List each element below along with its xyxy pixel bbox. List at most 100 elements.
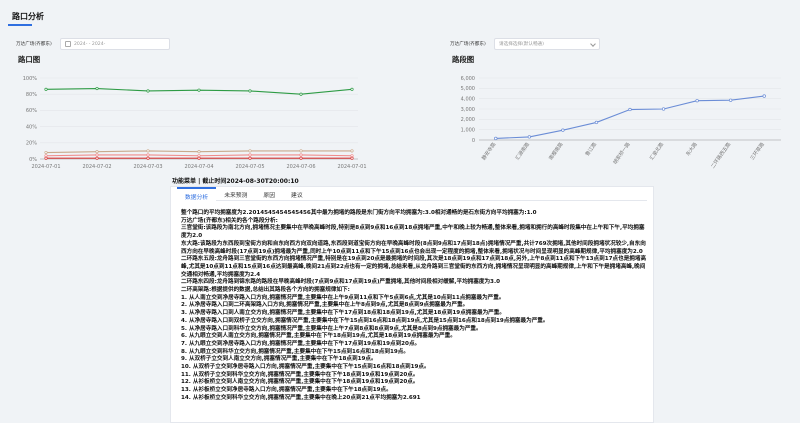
x-tick-label: 鲁江路 (584, 141, 598, 157)
x-tick-label: 2024-07-05 (235, 164, 264, 170)
calendar-icon (65, 41, 71, 47)
data-point (197, 88, 201, 92)
y-tick-label: 0 (472, 138, 475, 144)
data-point (762, 94, 766, 98)
x-tick-label: 三环草路 (749, 141, 766, 161)
analysis-line: 整个路口的平均拥塞度为2.2014545454545456其中最为拥堵的路段是东… (181, 210, 537, 216)
analysis-panel: 数据分析 未来预测 原因 建议 整个路口的平均拥塞度为2.20145454545454… (170, 186, 654, 423)
data-point (44, 87, 48, 91)
data-point (594, 120, 599, 125)
page-title: 路口分析 (12, 12, 44, 21)
tab-2[interactable]: 未来预测 (216, 187, 255, 201)
data-point (146, 149, 150, 153)
analysis-line: 二环路东四段:龙舟路到锦东路的路段在早晚高峰时段(7点到9点和17点到19点)严… (181, 279, 500, 286)
analysis-line: 13. 从衫板桥立交到净居寺路入口方向,拥塞情况严重,主要集中在下午18点到19… (181, 387, 392, 394)
tab-bar: 数据分析 未来预测 原因 建议 (177, 187, 647, 201)
intersection-line-chart: 0% 20% 40% 60% 80% 100% 2024-07-01 2024-07-02 20… (23, 76, 367, 170)
x-tick-label: 二环路西五路 (709, 141, 732, 170)
y-tick-label: 6,000 (461, 76, 475, 82)
analysis-line: 3. 从净居寺路入口到人南立交方向,拥塞情况严重,主要集中在下午17点到18点和… (181, 310, 505, 317)
analysis-line: 三官堂街:该路段为南北方向,拥堵情况主要集中在早晚高峰时段,特别是8点到9点和1… (181, 225, 645, 240)
data-point (44, 156, 48, 160)
tab-3[interactable]: 原因 (255, 187, 283, 201)
data-point (146, 153, 150, 157)
data-point (197, 150, 201, 154)
function-menu-header: 功能菜单 | 截止时间2024-08-30T20:00:10 (172, 178, 299, 185)
segment-select[interactable]: 请选择选择(默认畅通) (494, 38, 600, 50)
data-point (695, 99, 699, 103)
x-tick-label: 汇泉北路 (648, 141, 665, 161)
analysis-line: 9. 从双桥子立交到人南立交方向,拥塞情况严重,主要集中在下午18点到19点。 (181, 356, 377, 363)
series-line (495, 95, 765, 139)
y-tick-label: 60% (26, 108, 37, 114)
y-tick-label: 100% (23, 76, 38, 82)
y-tick-label: 5,000 (461, 86, 475, 92)
data-point (95, 156, 99, 160)
analysis-line: 东大路:该路段为东西段到宝街方向和自东向西方向双向道路,东西段到道宝街方向在早晚… (181, 240, 646, 255)
data-point (350, 156, 354, 160)
data-point (248, 156, 252, 160)
data-point (628, 107, 632, 112)
x-tick-label: 2024-07-04 (184, 164, 213, 170)
right-filter-label: 万达广场(齐都东) (450, 42, 486, 47)
data-point (248, 149, 252, 153)
x-tick-label: 2024-07-01 (337, 164, 366, 170)
data-point (350, 87, 354, 91)
analysis-line: 二环高架路:根据提供的数据,总结出其路段各个方向的拥塞规律如下: (181, 287, 350, 294)
y-tick-label: 1,000 (461, 127, 475, 133)
left-filter-label: 万达广场(齐都东) (16, 42, 52, 47)
data-point (248, 89, 252, 93)
analysis-line: 7. 从九眼立交到净居寺路入口方向,拥塞情况严重,主要集中在下午17点到19点和… (181, 340, 421, 347)
x-tick-label: 2024-07-02 (82, 164, 111, 170)
x-tick-label: 南樱南路 (547, 141, 564, 161)
y-tick-label: 0% (29, 157, 37, 163)
tab-1[interactable]: 数据分析 (177, 187, 217, 201)
analysis-line: 6. 从九眼立交到人南立交方向,拥塞情况严重,主要集中在下午18点到19点,尤其… (181, 333, 456, 340)
page-header: 路口分析 (0, 0, 800, 30)
data-point (350, 154, 354, 158)
data-point (197, 154, 201, 158)
data-point (661, 107, 666, 111)
x-tick-label: 2024-07-01 (31, 164, 60, 170)
tab-4[interactable]: 建议 (283, 187, 311, 201)
data-point (299, 149, 303, 153)
y-tick-label: 2,000 (461, 117, 475, 123)
x-tick-label: 胡家桥一路 (612, 141, 632, 166)
data-point (350, 149, 354, 153)
segment-line-chart: 0 1,000 2,000 3,000 4,000 5,000 6,000 静安寺路 汇源南路南… (461, 76, 781, 170)
x-tick-label: 静安寺路 (480, 141, 497, 161)
data-point (197, 156, 201, 160)
data-point (299, 92, 303, 96)
analysis-text: 整个路口的平均拥塞度为2.2014545454545456其中最为拥堵的路段是东… (181, 210, 647, 403)
data-point (44, 154, 48, 158)
y-tick-label: 40% (26, 124, 37, 130)
date-range-text: 2024- - 2024- (74, 41, 106, 47)
date-range-picker[interactable]: 2024- - 2024- (60, 38, 170, 50)
y-tick-label: 3,000 (461, 107, 475, 113)
data-point (95, 86, 99, 91)
data-point (146, 156, 150, 160)
analysis-line: 4. 从净居寺路入口到双桥子立交方向,拥塞情况严重,主要集中在下午15点到16点… (181, 317, 549, 324)
x-tick-label: 东大路 (684, 141, 698, 157)
data-point (146, 89, 150, 93)
y-tick-label: 4,000 (461, 96, 475, 102)
analysis-line: 14. 从衫板桥立交到科华立交方向,拥塞情况严重,主要集中在晚上20点到21点平… (181, 394, 421, 401)
analysis-line: 2. 从净居寺路入口到二环高架路入口方向,拥塞情况严重,主要集中在上午8点到9点… (181, 302, 469, 309)
segment-select-placeholder: 请选择选择(默认畅通) (499, 42, 544, 47)
title-underline (8, 24, 32, 26)
data-point (248, 153, 252, 157)
data-point (527, 135, 531, 139)
analysis-line: 二环路东五段:龙舟路到三官堂街的东西方向拥堵情况严重,特别是在19点到20点是最… (181, 256, 647, 278)
data-point (299, 156, 303, 160)
data-point (729, 98, 733, 102)
data-point (494, 136, 498, 141)
x-tick-label: 汇源南路 (514, 141, 531, 161)
data-point (44, 150, 48, 155)
data-point (561, 128, 565, 132)
x-tick-label: 2024-07-03 (133, 164, 162, 170)
data-point (95, 150, 99, 154)
y-tick-label: 80% (26, 92, 37, 98)
x-tick-label: 2024-07-06 (286, 164, 315, 170)
data-point (95, 153, 99, 157)
analysis-line: 10. 从双桥子立交到净居寺路入口方向,拥塞情况严重,主要集中在下午15点到16… (181, 364, 430, 371)
